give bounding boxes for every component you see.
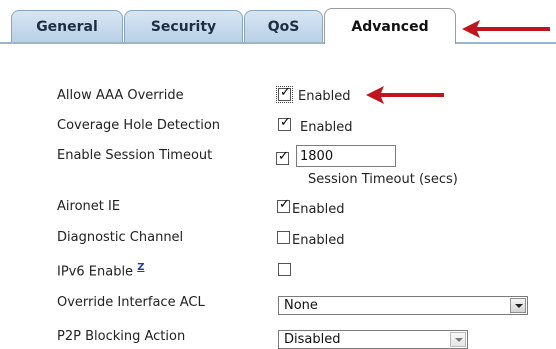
tab-advanced[interactable]: Advanced: [324, 8, 456, 44]
coverage-hole-detection-label: Coverage Hole Detection: [57, 118, 221, 133]
advanced-panel: Allow AAA Override ✓ Enabled Coverage Ho…: [0, 44, 556, 349]
diagnostic-channel-checkbox[interactable]: [277, 231, 290, 244]
override-interface-acl-value: None: [284, 298, 318, 313]
tab-security[interactable]: Security: [124, 10, 243, 42]
tab-label: QoS: [267, 18, 300, 35]
diagnostic-channel-label: Diagnostic Channel: [57, 230, 184, 245]
coverage-hole-detection-status: Enabled: [300, 120, 353, 135]
ipv6-enable-row-label: IPv6 Enable Z: [57, 262, 144, 279]
p2p-blocking-action-label: P2P Blocking Action: [57, 329, 186, 344]
tab-label: General: [36, 18, 98, 35]
p2p-blocking-action-value: Disabled: [284, 332, 341, 347]
allow-aaa-override-label: Allow AAA Override: [57, 88, 184, 103]
aironet-ie-label: Aironet IE: [57, 199, 121, 214]
tab-label: Security: [150, 18, 217, 35]
ipv6-enable-label: IPv6 Enable: [57, 264, 134, 280]
p2p-blocking-action-select[interactable]: Disabled: [278, 330, 468, 349]
chevron-down-icon[interactable]: [450, 332, 466, 347]
allow-aaa-override-checkbox[interactable]: ✓: [276, 86, 293, 103]
session-timeout-label: Enable Session Timeout: [57, 148, 213, 163]
allow-aaa-override-status: Enabled: [298, 89, 351, 104]
ipv6-help-link[interactable]: Z: [137, 262, 144, 273]
coverage-hole-detection-checkbox[interactable]: ✓: [278, 116, 291, 131]
override-interface-acl-select[interactable]: None: [278, 296, 528, 315]
session-timeout-checkbox[interactable]: ✓: [276, 150, 289, 165]
aironet-ie-checkbox[interactable]: ✓: [277, 198, 290, 213]
session-timeout-unit: Session Timeout (secs): [308, 172, 458, 187]
override-interface-acl-label: Override Interface ACL: [57, 295, 205, 310]
tab-qos[interactable]: QoS: [244, 10, 323, 42]
chevron-down-icon[interactable]: [510, 298, 526, 313]
aironet-ie-status: Enabled: [292, 202, 345, 217]
session-timeout-input[interactable]: [296, 145, 396, 167]
tab-label: Advanced: [351, 18, 429, 35]
diagnostic-channel-status: Enabled: [292, 233, 345, 248]
annotation-arrow-aaa: [366, 86, 444, 104]
tab-general[interactable]: General: [11, 10, 123, 42]
annotation-arrow-tab: [462, 20, 550, 38]
ipv6-enable-checkbox[interactable]: [278, 263, 291, 276]
